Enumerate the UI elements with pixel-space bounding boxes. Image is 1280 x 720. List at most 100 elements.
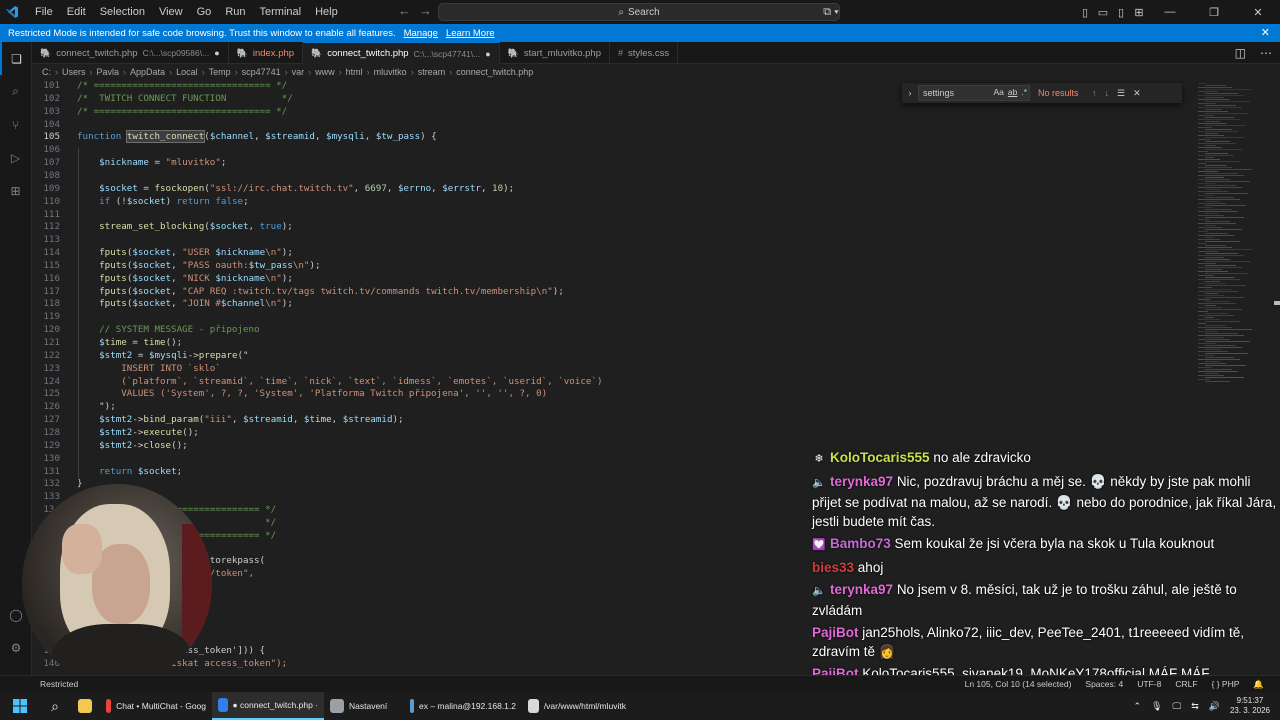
minimap-line xyxy=(1205,369,1232,370)
split-editor-icon[interactable]: ◫ xyxy=(1235,46,1246,60)
code-text: $stmt2->close(); xyxy=(99,439,188,451)
breadcrumb-item[interactable]: C: xyxy=(42,67,51,77)
taskbar-app[interactable]: /var/www/html/mluvitk xyxy=(522,692,632,720)
taskbar-app[interactable]: Nastavení xyxy=(324,692,404,720)
match-word-icon[interactable]: ab xyxy=(1008,87,1017,97)
network-icon[interactable]: ⇆ xyxy=(1191,701,1199,712)
minimap-line xyxy=(1205,221,1230,222)
taskbar-app[interactable]: ex – malina@192.168.1.2 xyxy=(404,692,522,720)
tab-start-mluvitko[interactable]: 🐘 start_mluvitko.php xyxy=(500,42,610,64)
breadcrumb-item[interactable]: connect_twitch.php xyxy=(456,67,533,77)
close-banner-icon[interactable]: ✕ xyxy=(1261,26,1270,39)
taskbar-search-icon[interactable]: ⌕ xyxy=(40,692,70,720)
tab-index-php[interactable]: 🐘 index.php xyxy=(229,42,304,64)
start-button[interactable] xyxy=(0,692,40,720)
minimap-line xyxy=(1205,365,1246,366)
close-find-icon[interactable]: ✕ xyxy=(1133,88,1141,99)
menu-run[interactable]: Run xyxy=(218,0,252,24)
microphone-icon[interactable]: 🎙 xyxy=(1151,701,1162,712)
toggle-secondary-sidebar-icon[interactable]: ▯ xyxy=(1112,6,1130,19)
breadcrumb-item[interactable]: stream xyxy=(418,67,446,77)
breadcrumb-item[interactable]: Temp xyxy=(209,67,231,77)
search-icon[interactable]: ⌕ xyxy=(0,75,31,108)
explorer-icon[interactable]: ❏ xyxy=(0,42,31,75)
toggle-primary-sidebar-icon[interactable]: ▯ xyxy=(1076,6,1094,19)
back-arrow-icon[interactable]: ← xyxy=(398,3,411,18)
menu-file[interactable]: File xyxy=(28,0,60,24)
source-control-icon[interactable]: ⑂ xyxy=(0,108,31,141)
find-in-selection-icon[interactable]: ☰ xyxy=(1117,88,1125,99)
display-icon[interactable]: 🖵 xyxy=(1173,701,1182,712)
tray-overflow-icon[interactable]: ⌃ xyxy=(1134,701,1142,712)
toggle-replace-icon[interactable]: › xyxy=(902,88,918,98)
learn-more-link[interactable]: Learn More xyxy=(446,28,495,39)
breadcrumb-item[interactable]: Users xyxy=(62,67,86,77)
volume-icon[interactable]: 🔊 xyxy=(1209,701,1220,712)
menu-edit[interactable]: Edit xyxy=(60,0,93,24)
forward-arrow-icon[interactable]: → xyxy=(419,3,432,18)
previous-match-icon[interactable]: ↑ xyxy=(1092,88,1097,99)
regex-icon[interactable]: .* xyxy=(1021,87,1027,97)
code-text: "); xyxy=(77,401,116,413)
breadcrumb-item[interactable]: var xyxy=(292,67,305,77)
breadcrumb-item[interactable]: html xyxy=(346,67,363,77)
breadcrumb-item[interactable]: www xyxy=(315,67,335,77)
notifications-bell-icon[interactable]: 🔔 xyxy=(1253,679,1264,690)
minimap-line xyxy=(1205,301,1230,302)
modified-dot-icon[interactable]: ● xyxy=(485,49,490,59)
end-of-line[interactable]: CRLF xyxy=(1175,679,1197,690)
cursor-position[interactable]: Ln 105, Col 10 (14 selected) xyxy=(965,679,1072,690)
taskbar-app[interactable]: Chat • MultiChat - Goog xyxy=(100,692,212,720)
code-line: 112 stream_set_blocking($socket, true); xyxy=(32,221,1192,234)
match-case-icon[interactable]: Aa xyxy=(993,87,1003,97)
modified-dot-icon[interactable]: ● xyxy=(214,48,219,58)
find-input[interactable]: settings Aa ab .* xyxy=(918,85,1030,101)
tab-styles-css[interactable]: # styles.css xyxy=(610,42,679,64)
encoding[interactable]: UTF-8 xyxy=(1137,679,1161,690)
minimize-icon[interactable]: — xyxy=(1148,6,1192,18)
minimap-line xyxy=(1205,269,1222,270)
code-text: if (!$socket) return false; xyxy=(99,195,249,207)
code-line: 122 $stmt2 = $mysqli->prepare(" xyxy=(32,350,1192,363)
menu-view[interactable]: View xyxy=(152,0,190,24)
breadcrumb-item[interactable]: scp47741 xyxy=(242,67,281,77)
restricted-mode-status[interactable]: Restricted xyxy=(40,679,78,689)
manage-link[interactable]: Manage xyxy=(404,28,438,39)
minimap-line xyxy=(1198,215,1224,216)
windows-taskbar: ⌕ Chat • MultiChat - Goog ● connect_twitc… xyxy=(0,692,1280,720)
taskbar-app[interactable]: ● connect_twitch.php · xyxy=(212,692,324,720)
tab-connect-twitch-2[interactable]: 🐘 connect_twitch.php C:\...\scp47741\...… xyxy=(303,42,500,64)
minimap-line xyxy=(1198,111,1228,112)
more-actions-icon[interactable]: ⋯ xyxy=(1260,46,1272,60)
menu-go[interactable]: Go xyxy=(190,0,219,24)
clock[interactable]: 9:51:37 23. 3. 2026 xyxy=(1230,696,1270,716)
menu-terminal[interactable]: Terminal xyxy=(253,0,309,24)
breadcrumb-item[interactable]: Local xyxy=(176,67,198,77)
chat-username: terynka97 xyxy=(830,474,894,489)
menu-help[interactable]: Help xyxy=(308,0,345,24)
customize-layout-icon[interactable]: ⊞ xyxy=(1130,6,1148,19)
maximize-icon[interactable]: ❐ xyxy=(1192,6,1236,19)
command-center-search[interactable]: ⌕ Search xyxy=(438,3,840,21)
chrome-icon xyxy=(106,699,112,713)
copilot-icon[interactable]: ⧉ ▾ xyxy=(816,6,846,19)
extensions-icon[interactable]: ⊞ xyxy=(0,174,31,207)
file-explorer-icon[interactable] xyxy=(70,692,100,720)
toggle-panel-icon[interactable]: ▭ xyxy=(1094,6,1112,19)
line-number: 104 xyxy=(43,118,60,130)
menu-selection[interactable]: Selection xyxy=(93,0,152,24)
chat-message: bies33 ahoj xyxy=(812,558,1280,577)
next-match-icon[interactable]: ↓ xyxy=(1105,88,1110,99)
breadcrumb-item[interactable]: mluvitko xyxy=(374,67,407,77)
tab-connect-twitch-1[interactable]: 🐘 connect_twitch.php C:\...\scp09586\...… xyxy=(32,42,229,64)
run-debug-icon[interactable]: ▷ xyxy=(0,141,31,174)
breadcrumb-item[interactable]: AppData xyxy=(130,67,165,77)
minimap-line xyxy=(1205,225,1216,226)
close-window-icon[interactable]: ✕ xyxy=(1236,6,1280,19)
scrollbar-marker[interactable] xyxy=(1274,301,1280,305)
breadcrumb-item[interactable]: Pavla xyxy=(97,67,120,77)
language-mode[interactable]: { } PHP xyxy=(1212,679,1240,690)
banner-text: Restricted Mode is intended for safe cod… xyxy=(8,27,396,39)
minimap-line xyxy=(1198,247,1232,248)
indentation[interactable]: Spaces: 4 xyxy=(1085,679,1123,690)
